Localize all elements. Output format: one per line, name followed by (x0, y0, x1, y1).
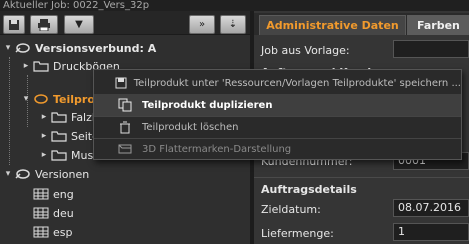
tab-bar: Administrative Daten Farben (254, 13, 469, 35)
tree-node-version-esp[interactable]: esp (20, 223, 72, 241)
tree-node-label: deu (53, 206, 74, 220)
menu-item-duplicate[interactable]: Teilprodukt duplizieren (94, 94, 461, 116)
versionsverbund-icon (14, 41, 32, 55)
tab-farben[interactable]: Farben (407, 15, 469, 35)
tree-node-falzbogen[interactable]: ▸ Falzb (38, 108, 99, 126)
print-button[interactable] (30, 15, 58, 34)
tree-node-muster[interactable]: ▸ Must (38, 146, 98, 164)
3d-view-icon (114, 143, 136, 155)
section-auftragsdetails: Auftragsdetails (261, 183, 357, 196)
liefermenge-label: Liefermenge: (261, 227, 334, 240)
collapse-icon[interactable]: ▾ (20, 94, 32, 104)
grid-icon (32, 206, 50, 220)
tree-node-versionsverbund[interactable]: ▾ Versionsverbund: A (2, 39, 157, 57)
fast-forward-icon: » (198, 19, 206, 30)
tab-administrative-daten[interactable]: Administrative Daten (259, 15, 406, 35)
duplicate-icon (114, 98, 136, 112)
menu-item-label: Teilprodukt duplizieren (142, 99, 273, 111)
expand-icon[interactable]: ▸ (20, 61, 32, 71)
tree-node-label: Versionsverbund: A (35, 41, 157, 55)
context-menu: Teilprodukt unter 'Ressourcen/Vorlagen T… (93, 69, 462, 160)
menu-item-label: Teilprodukt unter 'Ressourcen/Vorlagen T… (133, 77, 461, 89)
trash-icon (114, 121, 136, 134)
grid-icon (32, 225, 50, 239)
divider (254, 177, 469, 178)
zieldatum-label: Zieldatum: (261, 203, 321, 216)
versionen-icon (14, 167, 32, 181)
tree-node-label: esp (53, 225, 73, 239)
tree-node-versionen[interactable]: ▾ Versionen (2, 165, 89, 183)
tree-node-label: eng (53, 187, 74, 201)
expand-icon[interactable]: ▸ (38, 131, 50, 141)
expand-icon[interactable]: ▸ (38, 112, 50, 122)
move-down-button[interactable]: ⇣ (220, 15, 246, 34)
collapse-icon[interactable]: ▾ (2, 169, 14, 179)
job-aus-vorlage-label: Job aus Vorlage: (261, 44, 350, 57)
menu-item-save-template[interactable]: Teilprodukt unter 'Ressourcen/Vorlagen T… (94, 72, 461, 94)
folder-icon (50, 110, 68, 124)
grid-icon (32, 187, 50, 201)
tree-node-version-deu[interactable]: deu (20, 204, 74, 222)
print-icon (38, 18, 50, 31)
job-aus-vorlage-field[interactable] (393, 40, 469, 58)
save-button[interactable] (3, 15, 25, 34)
folder-icon (50, 148, 68, 162)
tree-node-version-eng[interactable]: eng (20, 185, 74, 203)
zieldatum-field[interactable]: 08.07.2016 (393, 199, 469, 217)
menu-item-label: 3D Flattermarken-Darstellung (142, 143, 292, 155)
tree-node-seiten[interactable]: ▸ Seite (38, 127, 99, 145)
tree-line (9, 57, 10, 165)
dropdown-button[interactable]: ▼ (64, 15, 94, 34)
window-title: Aktueller Job: 0022_Vers_32p (0, 0, 469, 11)
tree-node-label: Versionen (35, 167, 90, 181)
teilprodukt-icon (32, 92, 50, 106)
toolbar: ▼ » ⇣ (0, 11, 250, 35)
menu-item-3d-flattermarken[interactable]: 3D Flattermarken-Darstellung (94, 138, 461, 160)
folder-icon (32, 59, 50, 73)
forward-button[interactable]: » (189, 15, 215, 34)
folder-icon (50, 129, 68, 143)
menu-item-label: Teilprodukt löschen (142, 121, 239, 133)
liefermenge-field[interactable]: 1 (393, 223, 469, 241)
collapse-icon[interactable]: ▾ (2, 43, 14, 53)
tree-node-teilprodukte[interactable]: ▾ Teilprod (20, 90, 103, 108)
save-icon (9, 19, 19, 30)
menu-item-delete[interactable]: Teilprodukt löschen (94, 116, 461, 138)
save-icon (114, 77, 128, 89)
chevron-down-icon: ▼ (75, 19, 83, 30)
arrow-down-icon: ⇣ (228, 19, 238, 30)
expand-icon[interactable]: ▸ (38, 150, 50, 160)
